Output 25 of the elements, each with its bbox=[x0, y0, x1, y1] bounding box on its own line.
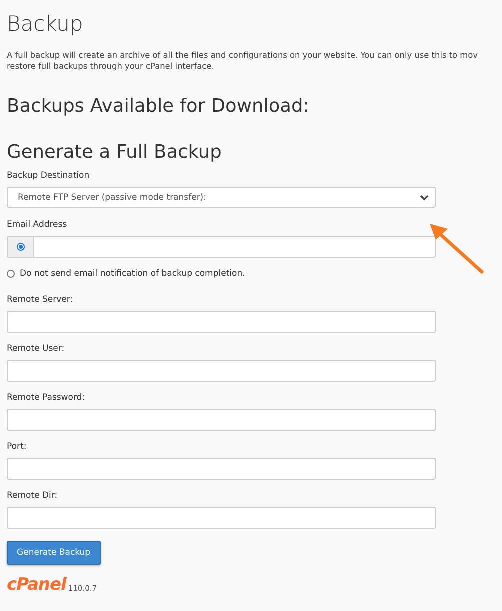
section-heading: Backups Available for Download: bbox=[7, 96, 310, 117]
radio-button[interactable] bbox=[7, 270, 15, 278]
description-text: A full backup will create an archive of all the files and configurations on your website. You can only use this to mov restore full backups through your cPanel interface. bbox=[7, 50, 479, 72]
radio-label: Do not send email notification of backup completion. bbox=[20, 269, 246, 279]
field-label: Remote Dir: bbox=[7, 491, 59, 502]
field-label: Backup Destination bbox=[7, 171, 91, 182]
input-field[interactable] bbox=[7, 507, 436, 529]
generate-backup-button[interactable]: Generate Backup bbox=[7, 541, 101, 565]
input-field[interactable] bbox=[7, 360, 436, 382]
email-field[interactable] bbox=[7, 236, 436, 258]
field-label: Port: bbox=[7, 442, 28, 453]
field-label: Email Address bbox=[7, 220, 68, 231]
radio-button[interactable] bbox=[16, 243, 24, 251]
input-field[interactable] bbox=[7, 409, 436, 431]
input-field[interactable] bbox=[7, 458, 436, 480]
logo: cPanel bbox=[7, 577, 66, 594]
destination-select[interactable]: Remote FTP Server (passive mode transfer): bbox=[7, 187, 436, 208]
input-field[interactable] bbox=[7, 311, 436, 333]
field-label: Remote Server: bbox=[7, 295, 74, 306]
chevron-down-icon bbox=[420, 194, 429, 200]
page-title: Backup bbox=[7, 12, 84, 36]
arrow-icon bbox=[428, 222, 486, 276]
section-heading: Generate a Full Backup bbox=[7, 142, 223, 163]
field-label: Remote Password: bbox=[7, 393, 86, 404]
field-label: Remote User: bbox=[7, 344, 66, 355]
